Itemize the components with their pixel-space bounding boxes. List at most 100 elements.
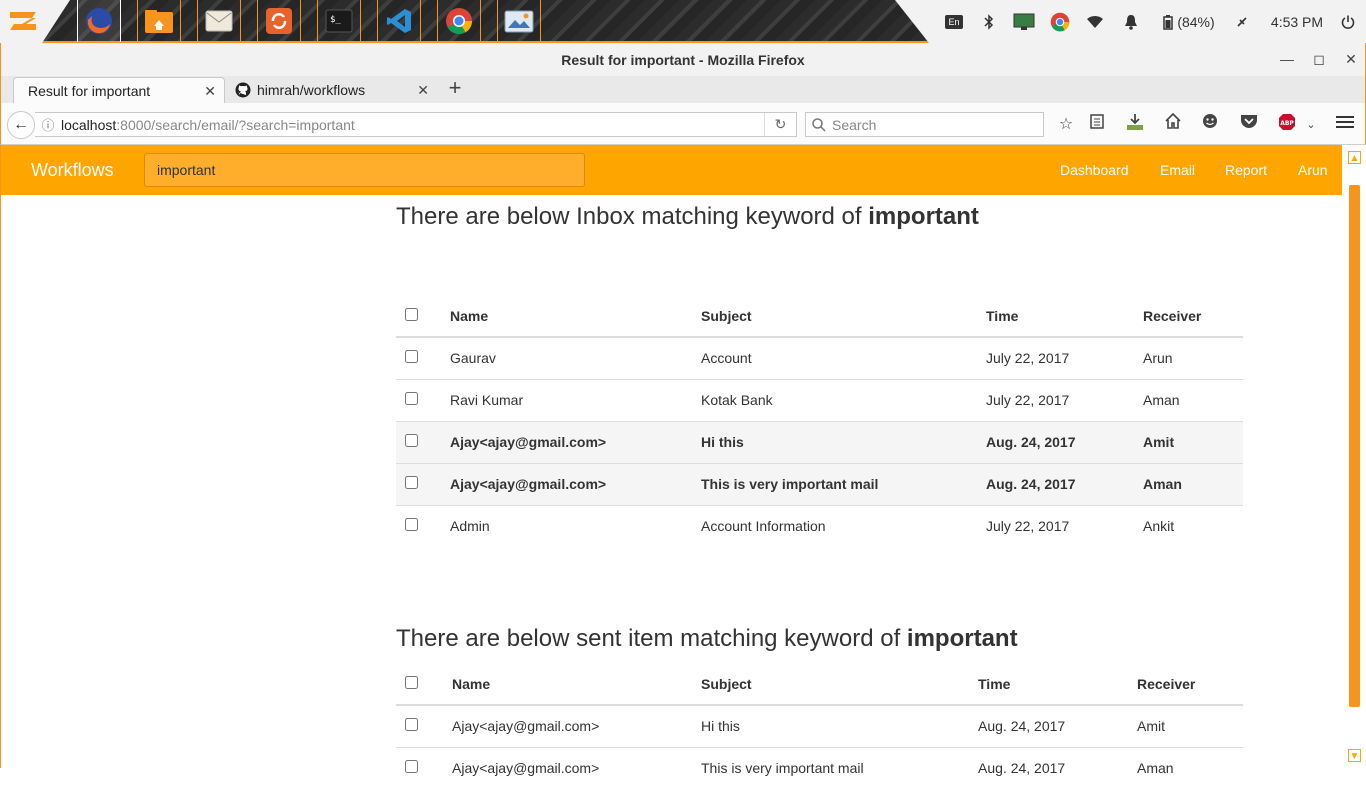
row-checkbox[interactable]: [405, 518, 418, 532]
row-checkbox[interactable]: [405, 392, 418, 405]
tab-himrah-workflows[interactable]: himrah/workflows ✕: [225, 77, 437, 103]
cell-name[interactable]: Ajay<ajay@gmail.com>: [452, 704, 701, 747]
column-header-time[interactable]: Time: [986, 295, 1143, 338]
chrome-icon[interactable]: [437, 0, 481, 42]
cell-time[interactable]: Aug. 24, 2017: [978, 704, 1137, 747]
adblock-icon[interactable]: ABP: [1274, 113, 1300, 137]
close-tab-icon[interactable]: ✕: [417, 82, 429, 99]
column-header-time[interactable]: Time: [978, 663, 1137, 706]
column-header-receiver[interactable]: Receiver: [1137, 663, 1243, 706]
keyboard-layout-indicator[interactable]: En: [944, 0, 964, 43]
image-viewer-icon[interactable]: [497, 0, 541, 42]
wifi-icon[interactable]: [1084, 0, 1106, 43]
notifications-icon[interactable]: [1121, 0, 1141, 43]
new-tab-button[interactable]: +: [444, 77, 466, 101]
close-tab-icon[interactable]: ✕: [204, 83, 216, 100]
table-row[interactable]: Ajay<ajay@gmail.com> Hi this Aug. 24, 2017…: [396, 420, 1243, 463]
home-icon[interactable]: [1160, 112, 1186, 137]
terminal-icon[interactable]: $_: [317, 0, 361, 42]
row-checkbox[interactable]: [405, 350, 418, 364]
scrollbar-thumb[interactable]: [1349, 185, 1360, 707]
reload-icon[interactable]: ↻: [764, 113, 796, 136]
select-all-checkbox[interactable]: [405, 675, 418, 689]
menu-icon[interactable]: [1332, 113, 1358, 137]
zorin-menu-icon[interactable]: [6, 4, 40, 38]
table-row[interactable]: Ajay<ajay@gmail.com> Hi this Aug. 24, 2017…: [396, 704, 1243, 747]
cell-receiver[interactable]: Amit: [1137, 704, 1243, 747]
cell-time[interactable]: Aug. 24, 2017: [986, 420, 1143, 463]
cell-name[interactable]: Admin: [450, 504, 701, 547]
column-header-name[interactable]: Name: [450, 295, 701, 338]
cell-time[interactable]: July 22, 2017: [986, 336, 1143, 379]
row-checkbox[interactable]: [405, 434, 418, 447]
select-all-checkbox[interactable]: [405, 307, 418, 321]
cell-subject[interactable]: Account Information: [701, 504, 986, 547]
cell-receiver[interactable]: Aman: [1143, 462, 1243, 505]
firefox-icon[interactable]: [77, 0, 121, 42]
cell-subject[interactable]: This is very important mail: [701, 462, 986, 505]
emoji-icon[interactable]: [1197, 113, 1223, 137]
app-brand[interactable]: Workflows: [31, 160, 114, 181]
cell-name[interactable]: Ajay<ajay@gmail.com>: [450, 462, 701, 505]
clock[interactable]: 4:53 PM: [1263, 0, 1331, 43]
cell-time[interactable]: Aug. 24, 2017: [986, 462, 1143, 505]
chrome-tray-icon[interactable]: [1048, 0, 1072, 43]
cell-subject[interactable]: Hi this: [701, 704, 978, 747]
column-header-subject[interactable]: Subject: [701, 663, 978, 706]
table-row[interactable]: Ravi Kumar Kotak Bank July 22, 2017 Aman: [396, 378, 1243, 421]
url-bar[interactable]: ⓘ localhost:8000/search/email/?search=im…: [35, 112, 797, 137]
cell-subject[interactable]: Account: [701, 336, 986, 379]
bookmark-star-icon[interactable]: ☆: [1053, 113, 1079, 137]
bluetooth-icon[interactable]: [980, 0, 998, 43]
cell-subject[interactable]: Kotak Bank: [701, 378, 986, 421]
row-checkbox[interactable]: [405, 760, 418, 774]
app-search-input[interactable]: important: [144, 153, 585, 187]
cell-name[interactable]: Gaurav: [450, 336, 701, 379]
back-button[interactable]: ←: [7, 111, 35, 139]
table-row[interactable]: Admin Account Information July 22, 2017 Ank…: [396, 504, 1243, 547]
sync-icon[interactable]: [257, 0, 301, 42]
files-icon[interactable]: [137, 0, 181, 42]
column-header-name[interactable]: Name: [452, 663, 701, 706]
cell-receiver[interactable]: Aman: [1137, 746, 1243, 789]
nav-dashboard[interactable]: Dashboard: [1060, 162, 1129, 178]
column-header-receiver[interactable]: Receiver: [1143, 295, 1243, 338]
scroll-up-icon[interactable]: ▲: [1348, 151, 1361, 164]
page-scrollbar[interactable]: ▲ ▼: [1342, 145, 1366, 768]
cell-name[interactable]: Ravi Kumar: [450, 378, 701, 421]
mail-icon[interactable]: [197, 0, 241, 42]
cell-name[interactable]: Ajay<ajay@gmail.com>: [452, 746, 701, 789]
scroll-down-icon[interactable]: ▼: [1348, 749, 1361, 762]
cell-subject[interactable]: Hi this: [701, 420, 986, 463]
nav-user-arun[interactable]: Arun: [1298, 162, 1328, 178]
tab-result-for-important[interactable]: Result for important ✕: [13, 77, 225, 103]
site-info-icon[interactable]: ⓘ: [35, 115, 61, 134]
search-field[interactable]: Search: [805, 112, 1044, 137]
nav-email[interactable]: Email: [1160, 162, 1195, 178]
do-not-disturb-icon[interactable]: [1232, 0, 1252, 43]
column-header-subject[interactable]: Subject: [701, 295, 986, 338]
cell-receiver[interactable]: Amit: [1143, 420, 1243, 463]
cell-receiver[interactable]: Arun: [1143, 336, 1243, 379]
cell-receiver[interactable]: Ankit: [1143, 504, 1243, 547]
cell-time[interactable]: July 22, 2017: [986, 378, 1143, 421]
vscode-icon[interactable]: [377, 0, 421, 42]
minimize-icon[interactable]: —: [1277, 49, 1297, 69]
table-row[interactable]: Gaurav Account July 22, 2017 Arun: [396, 336, 1243, 379]
reading-list-icon[interactable]: [1084, 113, 1110, 137]
cell-receiver[interactable]: Aman: [1143, 378, 1243, 421]
adblock-dropdown-icon[interactable]: ⌄: [1298, 113, 1324, 137]
download-icon[interactable]: [1122, 113, 1148, 137]
nav-report[interactable]: Report: [1225, 162, 1267, 178]
cell-subject[interactable]: This is very important mail: [701, 746, 978, 789]
cell-time[interactable]: July 22, 2017: [986, 504, 1143, 547]
row-checkbox[interactable]: [405, 718, 418, 732]
table-row[interactable]: Ajay<ajay@gmail.com> This is very importa…: [396, 746, 1243, 789]
pocket-icon[interactable]: [1236, 113, 1262, 137]
display-icon[interactable]: [1011, 0, 1037, 43]
cell-name[interactable]: Ajay<ajay@gmail.com>: [450, 420, 701, 463]
battery-indicator[interactable]: (84%): [1158, 0, 1220, 43]
close-window-icon[interactable]: ✕: [1341, 49, 1361, 69]
table-row[interactable]: Ajay<ajay@gmail.com> This is very importa…: [396, 462, 1243, 505]
cell-time[interactable]: Aug. 24, 2017: [978, 746, 1137, 789]
